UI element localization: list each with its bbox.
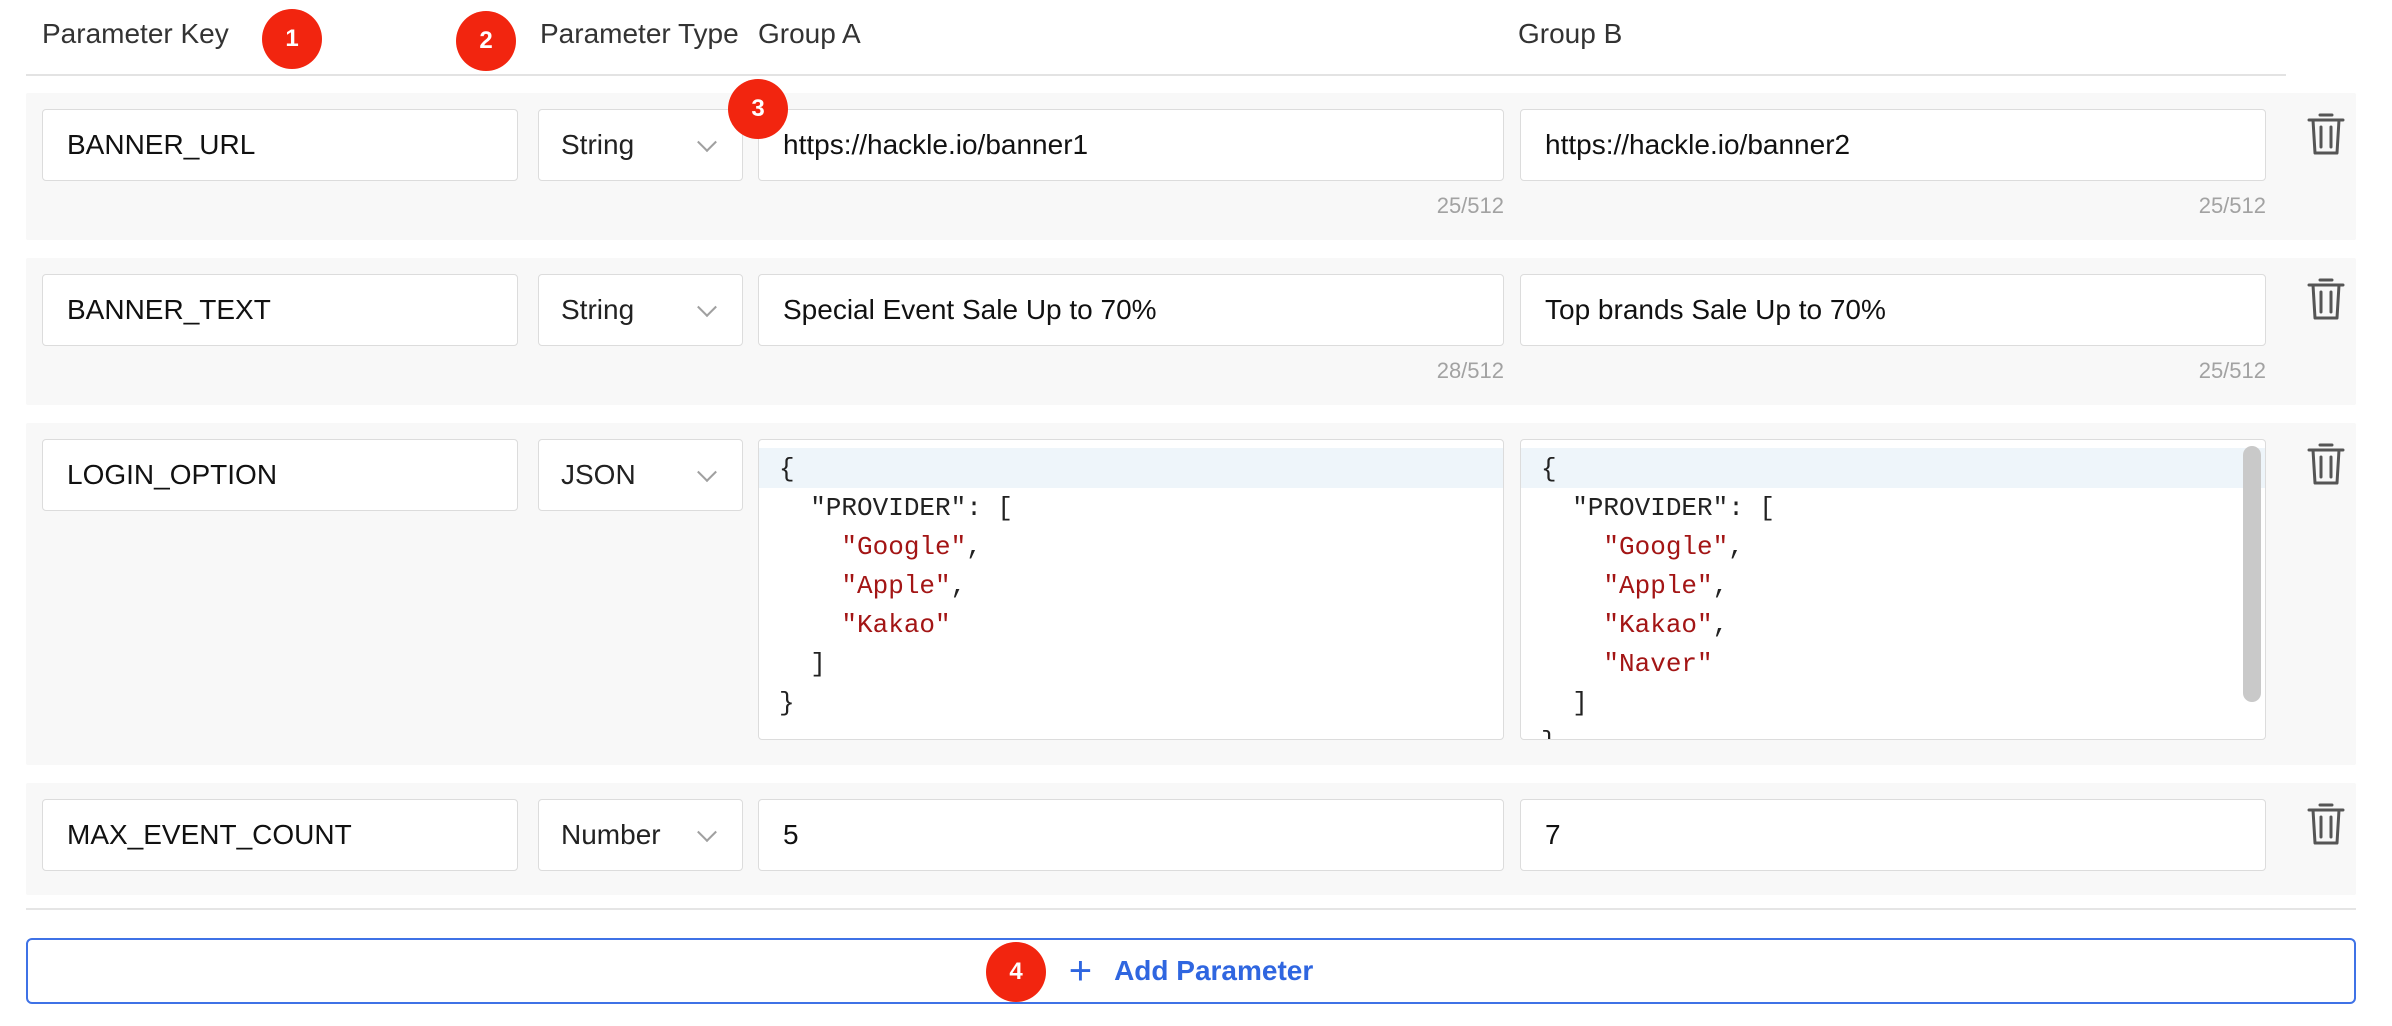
parameter-type-select[interactable]: String	[538, 109, 743, 181]
group-a-json-code: { "PROVIDER": [ "Google", "Apple", "Kaka…	[779, 454, 1014, 718]
group-a-char-counter: 28/512	[1436, 358, 1504, 383]
annotation-badge-3: 3	[728, 79, 788, 139]
parameter-type-value: String	[561, 294, 635, 325]
group-b-value-input[interactable]: 7	[1520, 799, 2266, 871]
trash-icon[interactable]	[2306, 801, 2346, 847]
parameter-type-value: String	[561, 129, 635, 160]
header-parameter-type: Parameter Type	[540, 18, 739, 49]
parameter-type-value: JSON	[561, 459, 636, 490]
chevron-down-icon	[697, 462, 717, 483]
parameter-key-input[interactable]: MAX_EVENT_COUNT	[42, 799, 518, 871]
group-a-value-input[interactable]: https://hackle.io/banner1	[758, 109, 1504, 181]
parameter-type-select[interactable]: String	[538, 274, 743, 346]
parameter-type-select[interactable]: JSON	[538, 439, 743, 511]
annotation-badge-4: 4	[986, 942, 1046, 1002]
add-parameter-button[interactable]: + Add Parameter	[26, 938, 2356, 1004]
parameter-key-input[interactable]: BANNER_TEXT	[42, 274, 518, 346]
divider	[26, 908, 2356, 910]
header-group-b: Group B	[1518, 18, 1623, 49]
parameter-row: MAX_EVENT_COUNT Number 5 7	[26, 783, 2356, 895]
chevron-down-icon	[697, 132, 717, 153]
chevron-down-icon	[697, 822, 717, 843]
parameter-type-select[interactable]: Number	[538, 799, 743, 871]
group-a-char-counter: 25/512	[1436, 193, 1504, 218]
group-b-char-counter: 25/512	[2198, 193, 2266, 218]
parameter-row: BANNER_URL String https://hackle.io/bann…	[26, 93, 2356, 240]
group-a-value-input[interactable]: Special Event Sale Up to 70%	[758, 274, 1504, 346]
annotation-badge-2: 2	[456, 11, 516, 71]
table-header: Parameter Key Parameter Type Group A Gro…	[26, 0, 2286, 76]
parameter-key-input[interactable]: LOGIN_OPTION	[42, 439, 518, 511]
scrollbar[interactable]	[2243, 446, 2261, 702]
group-a-json-editor[interactable]: { "PROVIDER": [ "Google", "Apple", "Kaka…	[758, 439, 1504, 740]
header-group-a: Group A	[758, 18, 861, 49]
group-b-json-editor[interactable]: { "PROVIDER": [ "Google", "Apple", "Kaka…	[1520, 439, 2266, 740]
group-b-value-input[interactable]: Top brands Sale Up to 70%	[1520, 274, 2266, 346]
trash-icon[interactable]	[2306, 441, 2346, 487]
group-b-char-counter: 25/512	[2198, 358, 2266, 383]
parameter-key-input[interactable]: BANNER_URL	[42, 109, 518, 181]
chevron-down-icon	[697, 297, 717, 318]
group-b-json-code: { "PROVIDER": [ "Google", "Apple", "Kaka…	[1541, 454, 1776, 739]
plus-icon: +	[1068, 949, 1093, 993]
parameter-type-value: Number	[561, 819, 661, 850]
parameter-row: LOGIN_OPTION JSON { "PROVIDER": [ "Googl…	[26, 423, 2356, 765]
annotation-badge-1: 1	[262, 9, 322, 69]
add-parameter-label: Add Parameter	[1114, 955, 1314, 986]
trash-icon[interactable]	[2306, 276, 2346, 322]
parameter-row: BANNER_TEXT String Special Event Sale Up…	[26, 258, 2356, 405]
header-parameter-key: Parameter Key	[42, 18, 229, 49]
group-a-value-input[interactable]: 5	[758, 799, 1504, 871]
group-b-value-input[interactable]: https://hackle.io/banner2	[1520, 109, 2266, 181]
trash-icon[interactable]	[2306, 111, 2346, 157]
